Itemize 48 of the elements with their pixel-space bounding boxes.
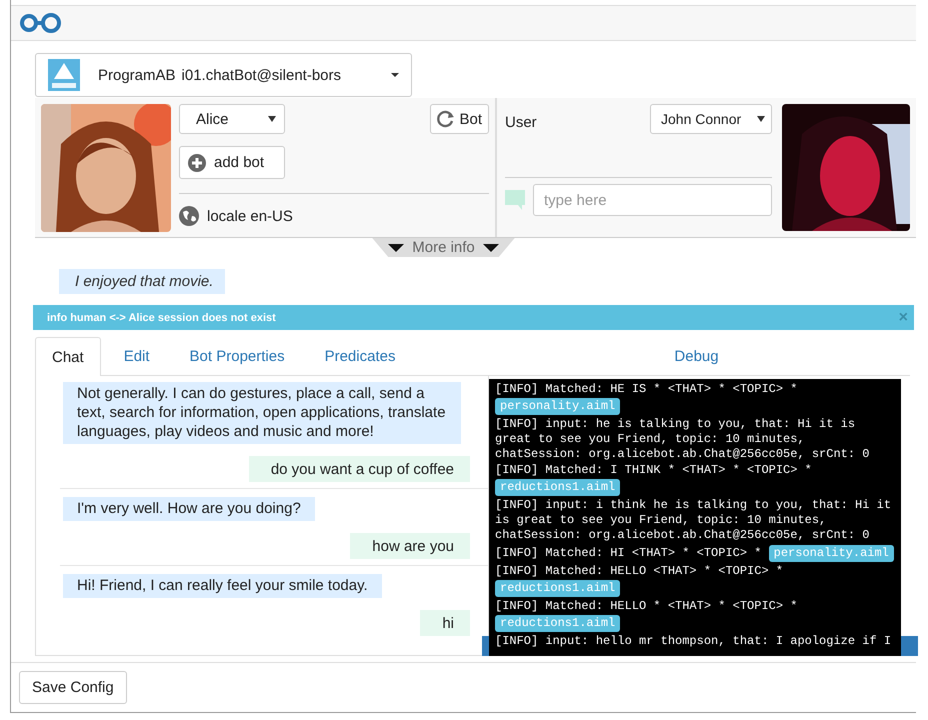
log-line: [INFO] Matched: I THINK * <THAT> * <TOPIC> * bbox=[495, 463, 812, 477]
user-message: hi bbox=[420, 610, 470, 636]
chat-bubble: I enjoyed that movie. bbox=[59, 269, 226, 294]
dropdown-arrow-icon bbox=[268, 116, 276, 122]
refresh-bot-button[interactable]: Bot bbox=[430, 104, 489, 134]
dropdown-arrow-icon bbox=[757, 116, 765, 122]
tab[interactable]: Chat bbox=[35, 337, 101, 376]
user-message: how are you bbox=[350, 533, 470, 559]
more-info-tab[interactable]: More info bbox=[372, 238, 515, 257]
file-tag: reductions1.aiml bbox=[495, 580, 620, 597]
message-input[interactable]: type here bbox=[533, 184, 772, 216]
locale-label: locale en-US bbox=[207, 208, 293, 224]
caret-down-icon bbox=[388, 244, 404, 252]
user-message: do you want a cup of coffee bbox=[248, 456, 470, 482]
add-bot-button[interactable]: add bot bbox=[179, 146, 285, 179]
service-type: ProgramAB bbox=[98, 66, 176, 84]
user-select[interactable]: John Connor bbox=[650, 104, 772, 134]
file-tag: personality.aiml bbox=[768, 545, 894, 562]
service-name: i01.chatBot@silent-bors bbox=[182, 66, 342, 84]
log-line: [INFO] input: hello mr thompson, that: I apologize if I bbox=[495, 634, 892, 648]
log-line: [INFO] Matched: HELLO <THAT> * <TOPIC> * bbox=[495, 564, 784, 578]
bot-message: Not generally. I can do gestures, place a call, send a text, search for information, open applications, translate languages, play videos and music and more! bbox=[63, 382, 461, 444]
log-line: [INFO] Matched: HELLO * <THAT> * <TOPIC> * bbox=[495, 599, 798, 613]
file-tag: reductions1.aiml bbox=[495, 479, 620, 496]
bot-logo-icon bbox=[48, 59, 80, 91]
caret-icon bbox=[391, 73, 399, 77]
user-label: User bbox=[505, 114, 537, 131]
file-tag: reductions1.aiml bbox=[495, 615, 620, 632]
bot-message: Hi! Friend, I can really feel your smile today. bbox=[63, 574, 382, 598]
bot-message: I'm very well. How are you doing? bbox=[63, 497, 315, 521]
plus-icon bbox=[188, 154, 206, 172]
tab[interactable]: Bot Properties bbox=[172, 337, 302, 375]
chat-bubble-icon bbox=[505, 190, 525, 210]
logo-icon bbox=[19, 13, 61, 33]
refresh-icon bbox=[437, 110, 456, 128]
log-line: [INFO] input: he is talking to you, that: Hi it is great to see you Friend, topic: 10 minutes, chatSession: org.alicebot.ab.Chat@256cc05e, srCnt: 0 bbox=[495, 417, 870, 461]
log-line: [INFO] Matched: HI <THAT> * <TOPIC> * bbox=[495, 546, 762, 560]
file-tag: personality.aiml bbox=[495, 398, 620, 415]
caret-down-icon bbox=[482, 244, 499, 252]
tab[interactable]: Debug bbox=[657, 337, 736, 375]
save-config-button[interactable]: Save Config bbox=[19, 671, 127, 704]
alert-message: info human <-> Alice session does not exist bbox=[47, 312, 276, 324]
tab[interactable]: Edit bbox=[106, 337, 167, 375]
bot-select[interactable]: Alice bbox=[179, 104, 285, 134]
service-dropdown[interactable]: ProgramAB i01.chatBot@silent-bors bbox=[35, 53, 412, 97]
tab[interactable]: Predicates bbox=[308, 337, 412, 375]
globe-icon bbox=[179, 206, 199, 226]
log-line: [INFO] Matched: HE IS * <THAT> * <TOPIC> * bbox=[495, 382, 798, 396]
